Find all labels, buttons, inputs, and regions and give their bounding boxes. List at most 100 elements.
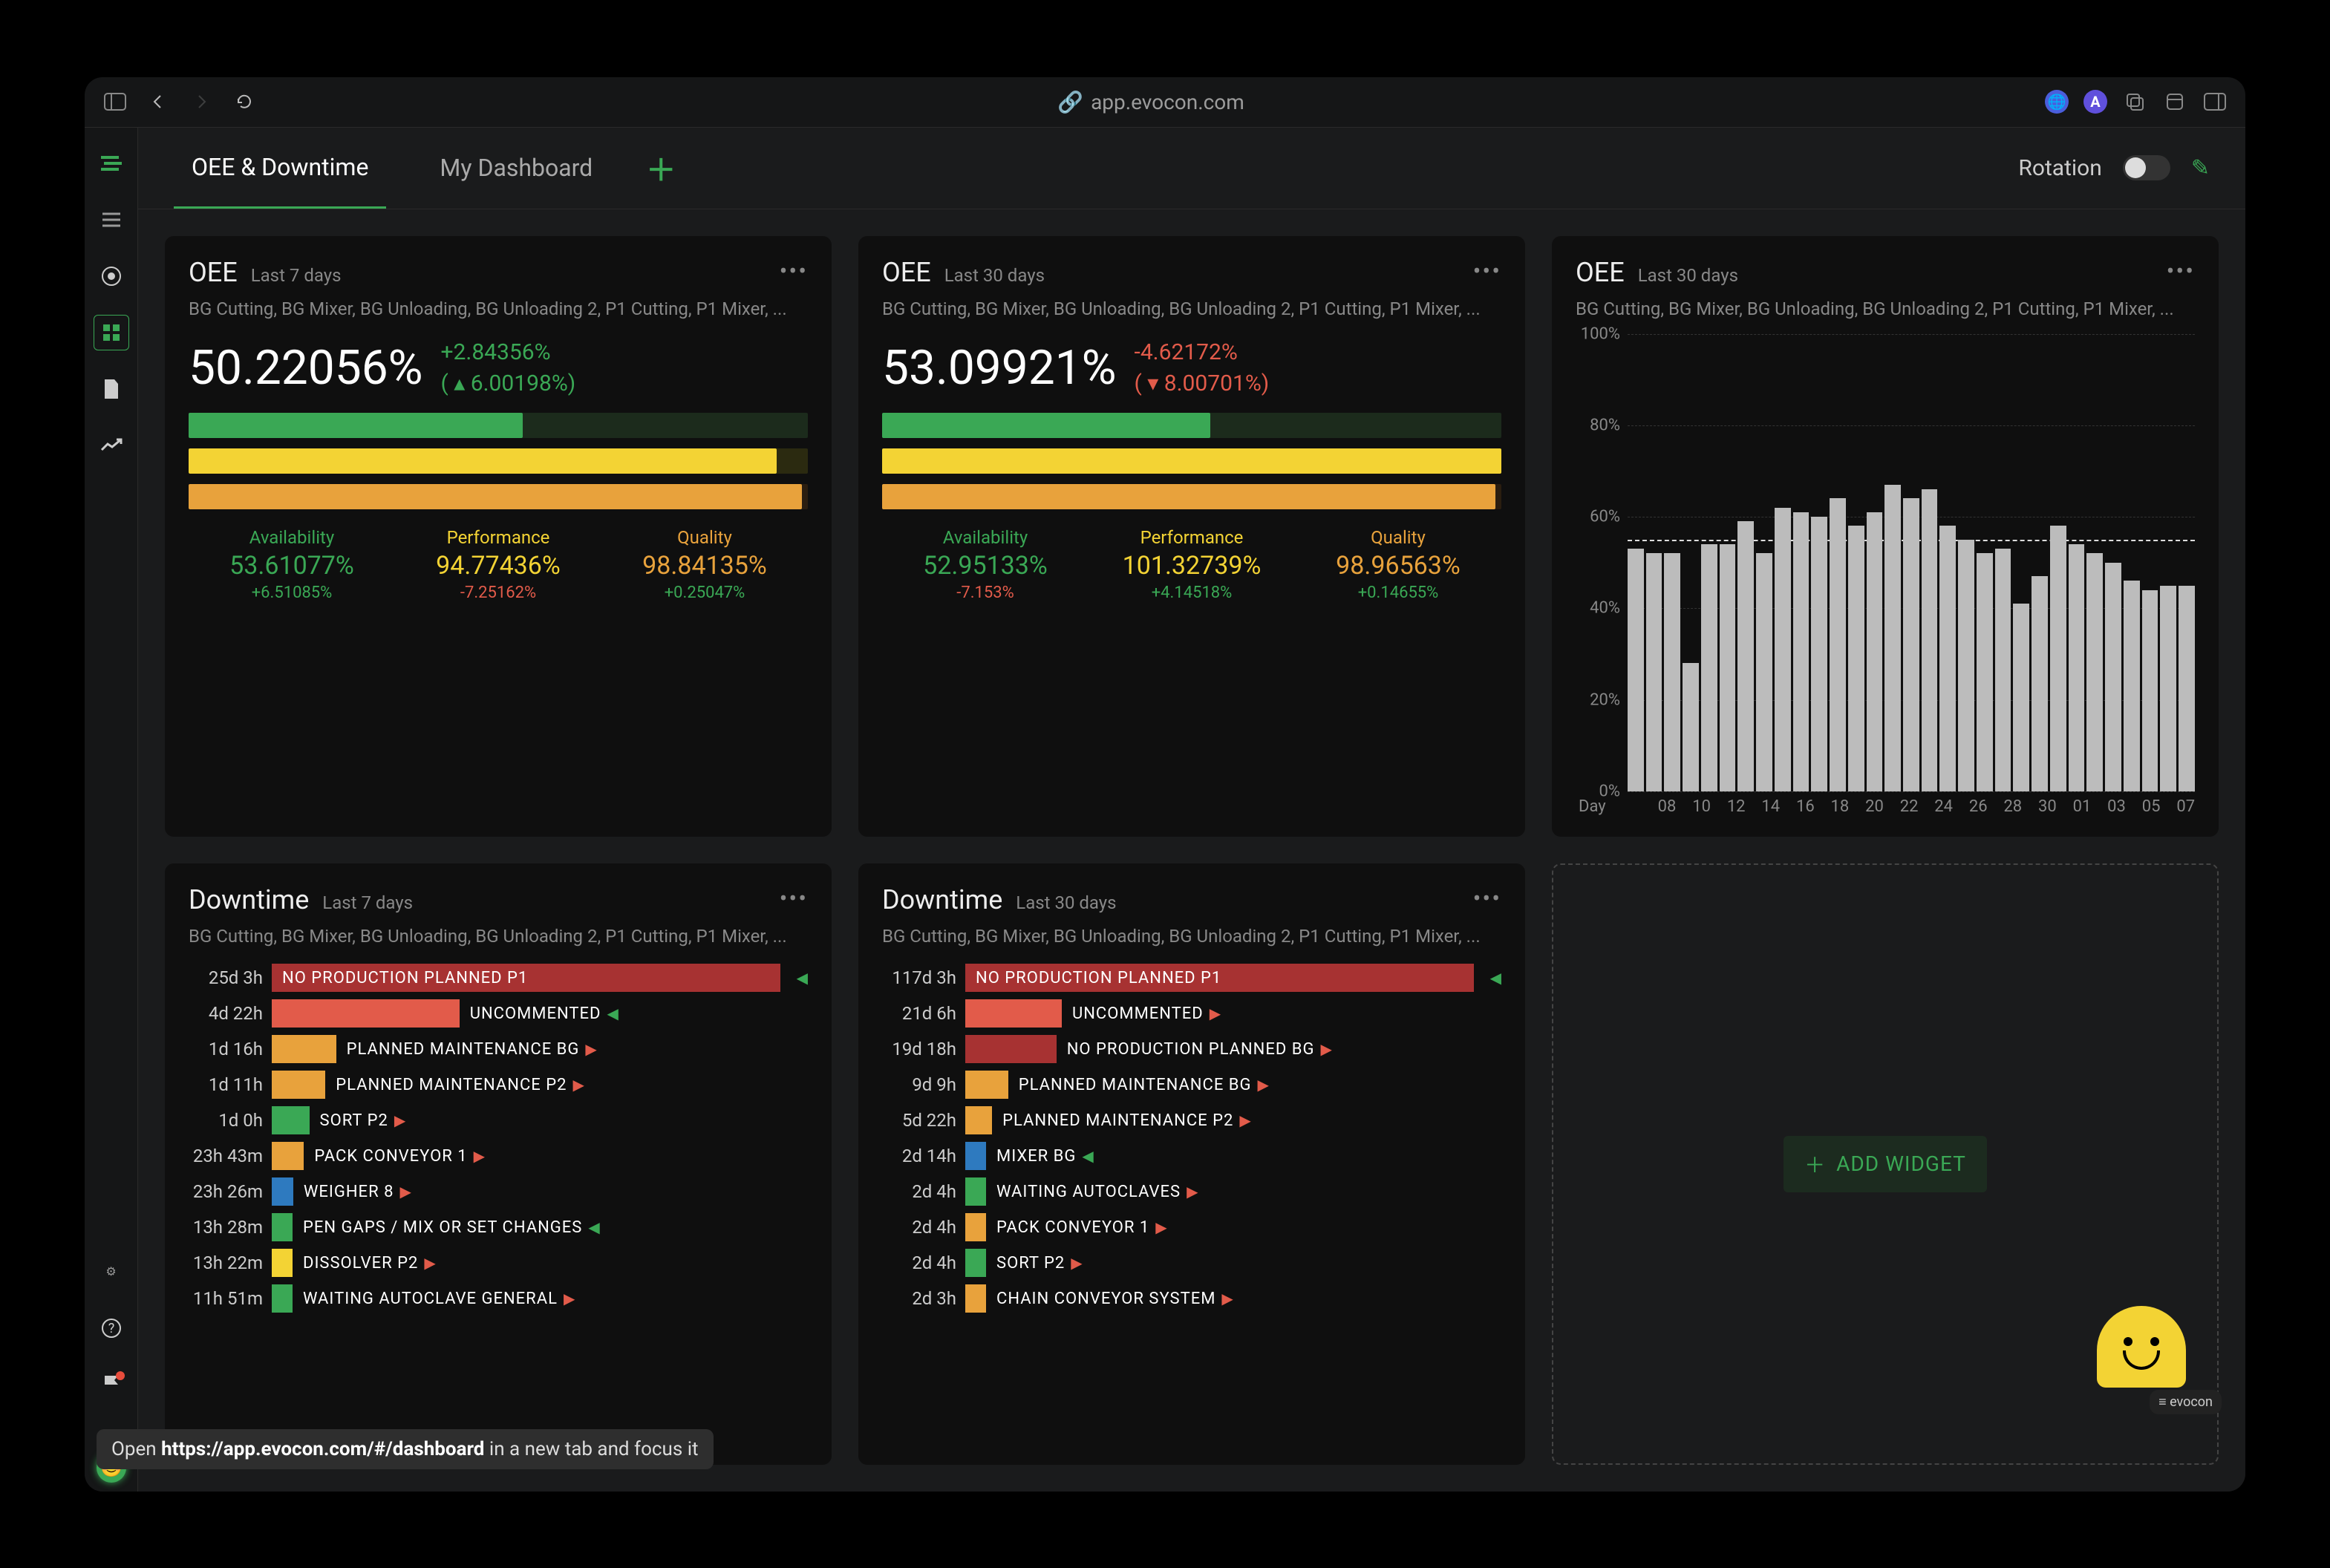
downtime-row[interactable]: 1d 11hPLANNED MAINTENANCE P2▶	[189, 1068, 808, 1101]
trend-down-icon: ◀	[1490, 969, 1501, 987]
downtime-row[interactable]: 19d 18hNO PRODUCTION PLANNED BG▶	[882, 1033, 1501, 1065]
trend-up-icon: ▶	[1320, 1040, 1331, 1058]
x-tick	[1713, 797, 1725, 816]
nav-record-icon[interactable]	[94, 258, 129, 294]
card-oee-chart: ••• OEE Last 30 days BG Cutting, BG Mixe…	[1552, 236, 2219, 837]
downtime-row[interactable]: 11h 51mWAITING AUTOCLAVE GENERAL▶	[189, 1282, 808, 1315]
metric-performance: Performance 101.32739% +4.14518%	[1089, 527, 1295, 602]
trend-up-icon: ▶	[585, 1040, 596, 1058]
chart-bar	[1884, 485, 1901, 791]
availability-bar	[882, 413, 1501, 438]
mascot-widget[interactable]: ≡ evocon	[2097, 1306, 2201, 1410]
trend-down-icon: ◀	[588, 1218, 599, 1236]
reload-icon[interactable]	[232, 89, 257, 114]
card-menu-icon[interactable]: •••	[780, 884, 808, 912]
sidebar-toggle-icon[interactable]	[102, 89, 128, 114]
x-tick: 18	[1831, 797, 1850, 816]
metric-availability: Availability 52.95133% -7.153%	[882, 527, 1089, 602]
app-logo[interactable]	[94, 146, 129, 181]
downtime-duration: 1d 0h	[189, 1110, 263, 1131]
chart-bar	[1848, 526, 1864, 791]
card-menu-icon[interactable]: •••	[2167, 257, 2195, 285]
downtime-duration: 5d 22h	[882, 1110, 956, 1131]
nav-flag-icon[interactable]	[94, 1367, 129, 1402]
card-period: Last 30 days	[1016, 892, 1116, 913]
tab-my-dashboard[interactable]: My Dashboard	[422, 128, 610, 209]
downtime-row[interactable]: 13h 22mDISSOLVER P2▶	[189, 1247, 808, 1279]
nav-dashboard-icon[interactable]	[94, 315, 129, 350]
downtime-duration: 1d 11h	[189, 1074, 263, 1095]
x-tick: 12	[1727, 797, 1746, 816]
card-menu-icon[interactable]: •••	[1473, 257, 1501, 285]
downtime-duration: 13h 28m	[189, 1217, 263, 1238]
url[interactable]: app.evocon.com	[1091, 90, 1244, 114]
tabs-icon[interactable]	[2162, 89, 2187, 114]
nav-settings-icon[interactable]: ⚙	[94, 1254, 129, 1290]
downtime-row[interactable]: 2d 14h MIXER BG ◀	[882, 1140, 1501, 1172]
downtime-row[interactable]: 23h 43mPACK CONVEYOR 1▶	[189, 1140, 808, 1172]
tab-oee-downtime[interactable]: OEE & Downtime	[174, 128, 386, 209]
downtime-row[interactable]: 4d 22hUNCOMMENTED◀	[189, 997, 808, 1030]
downtime-row[interactable]: 2d 3hCHAIN CONVEYOR SYSTEM▶	[882, 1282, 1501, 1315]
downtime-row[interactable]: 21d 6hUNCOMMENTED▶	[882, 997, 1501, 1030]
rotation-toggle[interactable]	[2123, 155, 2170, 180]
card-period: Last 7 days	[322, 892, 413, 913]
nav-trend-icon[interactable]	[94, 428, 129, 463]
x-tick: 28	[2003, 797, 2022, 816]
trend-up-icon: ▶	[572, 1076, 584, 1094]
downtime-row[interactable]: 117d 3hNO PRODUCTION PLANNED P1◀	[882, 961, 1501, 994]
oee-value: 53.09921%	[882, 340, 1117, 396]
downtime-row[interactable]: 5d 22hPLANNED MAINTENANCE P2▶	[882, 1104, 1501, 1137]
nav-help-icon[interactable]: ?	[94, 1310, 129, 1346]
downtime-row[interactable]: 1d 0hSORT P2▶	[189, 1104, 808, 1137]
svg-text:?: ?	[108, 1321, 114, 1336]
metric-quality: Quality 98.84135% +0.25047%	[601, 527, 808, 602]
downtime-duration: 2d 4h	[882, 1181, 956, 1202]
copy-icon[interactable]	[2122, 89, 2147, 114]
trend-down-icon: ◀	[1082, 1147, 1093, 1165]
trend-down-icon: ◀	[607, 1004, 618, 1022]
edit-button[interactable]: ✎	[2191, 155, 2210, 181]
card-title: Downtime	[882, 884, 1002, 915]
downtime-row[interactable]: 2d 4hSORT P2▶	[882, 1247, 1501, 1279]
card-downtime-7d: ••• Downtime Last 7 days BG Cutting, BG …	[165, 863, 832, 1465]
downtime-row[interactable]: 2d 4hWAITING AUTOCLAVES▶	[882, 1175, 1501, 1208]
x-tick: 30	[2038, 797, 2057, 816]
card-downtime-30d: ••• Downtime Last 30 days BG Cutting, BG…	[858, 863, 1525, 1465]
panel-icon[interactable]	[2202, 89, 2228, 114]
back-icon[interactable]	[146, 89, 171, 114]
chart-bar	[1903, 498, 1919, 791]
card-title: Downtime	[189, 884, 309, 915]
card-subtitle: BG Cutting, BG Mixer, BG Unloading, BG U…	[1576, 298, 2195, 319]
card-menu-icon[interactable]: •••	[780, 257, 808, 285]
y-tick: 40%	[1576, 599, 1620, 618]
downtime-row[interactable]: 23h 26mWEIGHER 8▶	[189, 1175, 808, 1208]
nav-list-icon[interactable]	[94, 202, 129, 238]
card-period: Last 30 days	[1638, 265, 1738, 286]
downtime-label-overflow: MIXER BG	[996, 1147, 1076, 1166]
add-widget-button[interactable]: ＋ ADD WIDGET	[1784, 1136, 1987, 1192]
chart-bar	[1646, 553, 1662, 791]
downtime-row[interactable]: 13h 28mPEN GAPS / MIX OR SET CHANGES◀	[189, 1211, 808, 1244]
chart-bar	[1995, 549, 2011, 791]
card-menu-icon[interactable]: •••	[1473, 884, 1501, 912]
downtime-row[interactable]: 9d 9hPLANNED MAINTENANCE BG▶	[882, 1068, 1501, 1101]
extension-icon-2[interactable]: A	[2083, 90, 2107, 114]
x-tick: 22	[1900, 797, 1919, 816]
downtime-duration: 1d 16h	[189, 1039, 263, 1059]
y-tick: 20%	[1576, 690, 1620, 709]
oee-delta: +2.84356% ( ▴ 6.00198%)	[441, 337, 576, 399]
nav-document-icon[interactable]	[94, 371, 129, 407]
y-tick: 60%	[1576, 508, 1620, 526]
downtime-row[interactable]: 25d 3hNO PRODUCTION PLANNED P1◀	[189, 961, 808, 994]
downtime-row[interactable]: 2d 4hPACK CONVEYOR 1▶	[882, 1211, 1501, 1244]
x-tick	[1886, 797, 1898, 816]
downtime-row[interactable]: 1d 16hPLANNED MAINTENANCE BG▶	[189, 1033, 808, 1065]
downtime-duration: 11h 51m	[189, 1288, 263, 1309]
extension-icon-1[interactable]: 🌐	[2045, 90, 2069, 114]
chart-bar	[1867, 512, 1883, 791]
downtime-label-overflow: WAITING AUTOCLAVE GENERAL	[303, 1290, 558, 1308]
downtime-duration: 2d 14h	[882, 1146, 956, 1166]
downtime-duration: 117d 3h	[882, 967, 956, 988]
add-tab-button[interactable]: ＋	[646, 146, 676, 189]
